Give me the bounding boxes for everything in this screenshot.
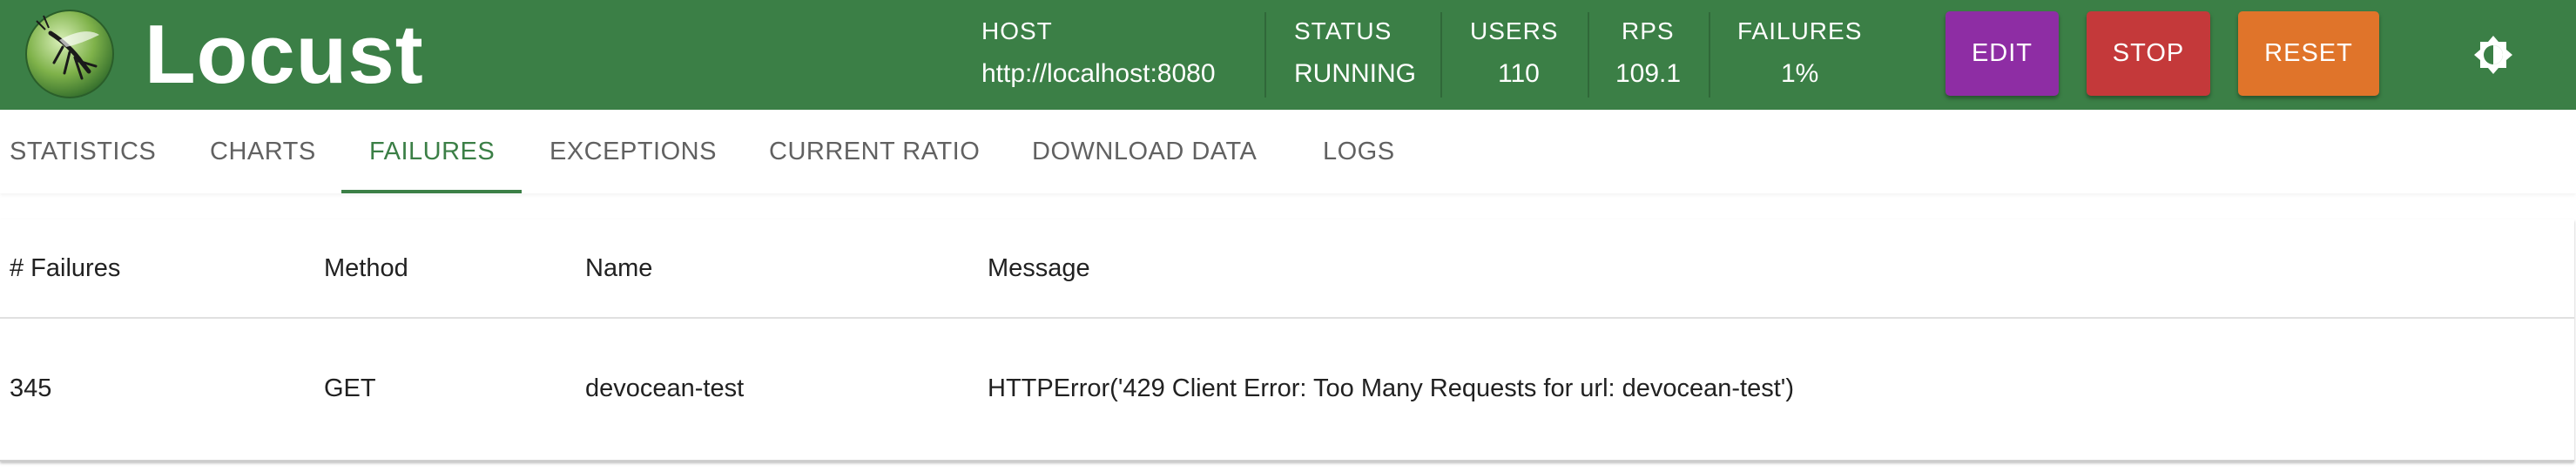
- status-label: STATUS: [1294, 17, 1393, 44]
- app-brand-title: Locust: [145, 8, 424, 101]
- column-header-message: Message: [988, 254, 1090, 282]
- column-header-method: Method: [324, 254, 408, 282]
- table-header-row: # Failures Method Name Message: [0, 219, 2574, 319]
- tab-bar: STATISTICS CHARTS FAILURES EXCEPTIONS CU…: [0, 110, 2576, 193]
- app-header: Locust HOST http://localhost:8080 STATUS…: [0, 0, 2576, 110]
- stat-divider: [1588, 12, 1589, 98]
- host-label: HOST: [981, 17, 1053, 44]
- edit-button[interactable]: EDIT: [1945, 11, 2059, 96]
- brightness-icon[interactable]: [2471, 33, 2515, 77]
- column-header-name: Name: [585, 254, 653, 282]
- failures-value: 1%: [1781, 59, 1819, 88]
- reset-button[interactable]: RESET: [2238, 11, 2379, 96]
- host-value: http://localhost:8080: [981, 59, 1216, 88]
- tab-charts[interactable]: CHARTS: [210, 110, 316, 193]
- users-label: USERS: [1470, 17, 1559, 44]
- tab-exceptions[interactable]: EXCEPTIONS: [550, 110, 717, 193]
- failures-table: # Failures Method Name Message 345 GET d…: [0, 219, 2574, 462]
- rps-value: 109.1: [1615, 59, 1682, 88]
- failures-label: FAILURES: [1737, 17, 1863, 44]
- status-value: RUNNING: [1294, 59, 1416, 88]
- tab-logs[interactable]: LOGS: [1323, 110, 1395, 193]
- stat-divider: [1264, 12, 1266, 98]
- users-value: 110: [1498, 59, 1540, 88]
- stat-divider: [1709, 12, 1710, 98]
- column-header-failures: # Failures: [10, 254, 121, 282]
- stop-button[interactable]: STOP: [2087, 11, 2210, 96]
- message-cell: HTTPError('429 Client Error: Too Many Re…: [988, 374, 1794, 402]
- locust-logo-icon[interactable]: [24, 9, 115, 99]
- tab-download-data[interactable]: DOWNLOAD DATA: [1032, 110, 1257, 193]
- table-row: 345 GET devocean-test HTTPError('429 Cli…: [0, 319, 2574, 460]
- stat-divider: [1440, 12, 1442, 98]
- active-tab-indicator: [341, 190, 522, 193]
- method-cell: GET: [324, 374, 376, 402]
- tab-failures[interactable]: FAILURES: [369, 110, 495, 193]
- failure-count-cell: 345: [10, 374, 52, 402]
- tab-current-ratio[interactable]: CURRENT RATIO: [769, 110, 980, 193]
- rps-label: RPS: [1622, 17, 1675, 44]
- name-cell: devocean-test: [585, 374, 745, 402]
- tab-statistics[interactable]: STATISTICS: [10, 110, 156, 193]
